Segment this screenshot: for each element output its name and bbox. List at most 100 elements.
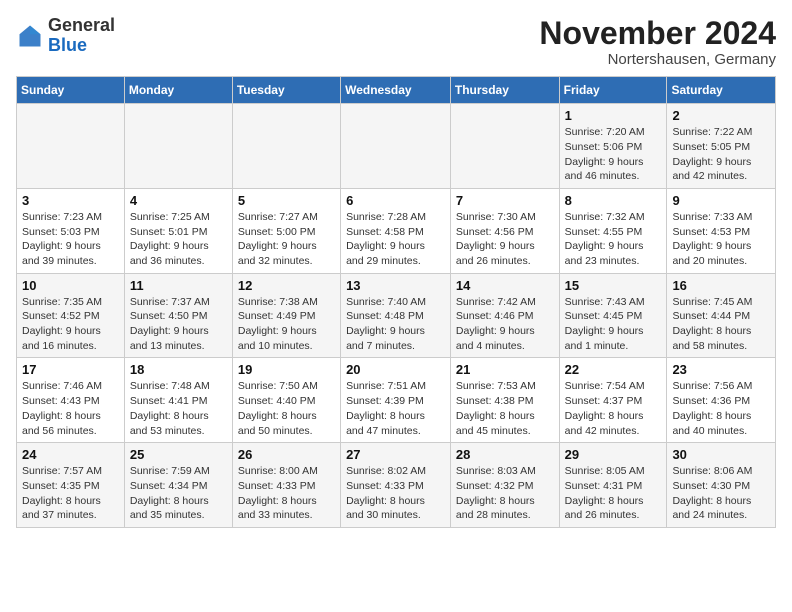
day-number: 26: [238, 447, 335, 462]
day-number: 12: [238, 278, 335, 293]
calendar-week-row: 3Sunrise: 7:23 AM Sunset: 5:03 PM Daylig…: [17, 188, 776, 273]
calendar-day-cell: 1 Sunrise: 7:20 AM Sunset: 5:06 PM Daylig…: [559, 104, 667, 189]
calendar-day-cell: [232, 104, 340, 189]
day-info: Sunrise: 7:54 AM Sunset: 4:37 PM Dayligh…: [565, 379, 662, 438]
month-title: November 2024: [539, 16, 776, 51]
calendar-day-cell: 26Sunrise: 8:00 AM Sunset: 4:33 PM Dayli…: [232, 443, 340, 528]
day-info: Sunrise: 7:27 AM Sunset: 5:00 PM Dayligh…: [238, 210, 335, 269]
day-info: Sunrise: 7:56 AM Sunset: 4:36 PM Dayligh…: [672, 379, 770, 438]
day-info: Sunrise: 8:02 AM Sunset: 4:33 PM Dayligh…: [346, 464, 445, 523]
day-number: 23: [672, 362, 770, 377]
day-info: Sunrise: 7:59 AM Sunset: 4:34 PM Dayligh…: [130, 464, 227, 523]
calendar-day-cell: 29 Sunrise: 8:05 AM Sunset: 4:31 PM Dayli…: [559, 443, 667, 528]
day-info: Sunrise: 8:06 AM Sunset: 4:30 PM Dayligh…: [672, 464, 770, 523]
day-number: 5: [238, 193, 335, 208]
calendar-day-cell: [341, 104, 451, 189]
day-info: Sunrise: 8:03 AM Sunset: 4:32 PM Dayligh…: [456, 464, 554, 523]
day-number: 25: [130, 447, 227, 462]
calendar-day-cell: 3Sunrise: 7:23 AM Sunset: 5:03 PM Daylig…: [17, 188, 125, 273]
day-of-week-header: Saturday: [667, 77, 776, 104]
day-number: 29: [565, 447, 662, 462]
calendar-week-row: 1 Sunrise: 7:20 AM Sunset: 5:06 PM Daylig…: [17, 104, 776, 189]
calendar-week-row: 24 Sunrise: 7:57 AM Sunset: 4:35 PM Dayli…: [17, 443, 776, 528]
calendar-day-cell: 10 Sunrise: 7:35 AM Sunset: 4:52 PM Dayli…: [17, 273, 125, 358]
calendar-day-cell: 4 Sunrise: 7:25 AM Sunset: 5:01 PM Daylig…: [124, 188, 232, 273]
calendar-day-cell: 5 Sunrise: 7:27 AM Sunset: 5:00 PM Daylig…: [232, 188, 340, 273]
day-info: Sunrise: 7:43 AM Sunset: 4:45 PM Dayligh…: [565, 295, 662, 354]
calendar-day-cell: 15 Sunrise: 7:43 AM Sunset: 4:45 PM Dayli…: [559, 273, 667, 358]
day-of-week-header: Friday: [559, 77, 667, 104]
calendar-day-cell: 14Sunrise: 7:42 AM Sunset: 4:46 PM Dayli…: [450, 273, 559, 358]
calendar-table: SundayMondayTuesdayWednesdayThursdayFrid…: [16, 76, 776, 528]
calendar-day-cell: 24 Sunrise: 7:57 AM Sunset: 4:35 PM Dayli…: [17, 443, 125, 528]
calendar-day-cell: 21 Sunrise: 7:53 AM Sunset: 4:38 PM Dayli…: [450, 358, 559, 443]
day-number: 28: [456, 447, 554, 462]
day-info: Sunrise: 7:48 AM Sunset: 4:41 PM Dayligh…: [130, 379, 227, 438]
calendar-day-cell: 18Sunrise: 7:48 AM Sunset: 4:41 PM Dayli…: [124, 358, 232, 443]
day-info: Sunrise: 7:30 AM Sunset: 4:56 PM Dayligh…: [456, 210, 554, 269]
day-info: Sunrise: 7:51 AM Sunset: 4:39 PM Dayligh…: [346, 379, 445, 438]
calendar-day-cell: 6 Sunrise: 7:28 AM Sunset: 4:58 PM Daylig…: [341, 188, 451, 273]
calendar-week-row: 17 Sunrise: 7:46 AM Sunset: 4:43 PM Dayli…: [17, 358, 776, 443]
day-info: Sunrise: 8:05 AM Sunset: 4:31 PM Dayligh…: [565, 464, 662, 523]
day-number: 15: [565, 278, 662, 293]
day-info: Sunrise: 7:46 AM Sunset: 4:43 PM Dayligh…: [22, 379, 119, 438]
calendar-day-cell: 23 Sunrise: 7:56 AM Sunset: 4:36 PM Dayli…: [667, 358, 776, 443]
day-info: Sunrise: 7:23 AM Sunset: 5:03 PM Dayligh…: [22, 210, 119, 269]
day-number: 6: [346, 193, 445, 208]
day-number: 27: [346, 447, 445, 462]
calendar-day-cell: [124, 104, 232, 189]
day-of-week-header: Thursday: [450, 77, 559, 104]
day-number: 10: [22, 278, 119, 293]
day-of-week-header: Monday: [124, 77, 232, 104]
location: Nortershausen, Germany: [539, 51, 776, 68]
day-info: Sunrise: 7:32 AM Sunset: 4:55 PM Dayligh…: [565, 210, 662, 269]
calendar-day-cell: [17, 104, 125, 189]
day-info: Sunrise: 7:25 AM Sunset: 5:01 PM Dayligh…: [130, 210, 227, 269]
day-number: 4: [130, 193, 227, 208]
calendar-day-cell: 8 Sunrise: 7:32 AM Sunset: 4:55 PM Daylig…: [559, 188, 667, 273]
day-number: 9: [672, 193, 770, 208]
calendar-day-cell: 30 Sunrise: 8:06 AM Sunset: 4:30 PM Dayli…: [667, 443, 776, 528]
day-number: 21: [456, 362, 554, 377]
calendar-day-cell: 19 Sunrise: 7:50 AM Sunset: 4:40 PM Dayli…: [232, 358, 340, 443]
day-number: 1: [565, 108, 662, 123]
day-info: Sunrise: 7:50 AM Sunset: 4:40 PM Dayligh…: [238, 379, 335, 438]
day-number: 13: [346, 278, 445, 293]
day-of-week-header: Tuesday: [232, 77, 340, 104]
day-number: 2: [672, 108, 770, 123]
day-number: 30: [672, 447, 770, 462]
day-of-week-header: Wednesday: [341, 77, 451, 104]
day-info: Sunrise: 7:20 AM Sunset: 5:06 PM Dayligh…: [565, 125, 662, 184]
calendar-day-cell: 22 Sunrise: 7:54 AM Sunset: 4:37 PM Dayli…: [559, 358, 667, 443]
day-info: Sunrise: 7:57 AM Sunset: 4:35 PM Dayligh…: [22, 464, 119, 523]
calendar-day-cell: 2 Sunrise: 7:22 AM Sunset: 5:05 PM Daylig…: [667, 104, 776, 189]
day-info: Sunrise: 7:35 AM Sunset: 4:52 PM Dayligh…: [22, 295, 119, 354]
calendar-day-cell: 17 Sunrise: 7:46 AM Sunset: 4:43 PM Dayli…: [17, 358, 125, 443]
logo-general: General: [48, 15, 115, 35]
day-info: Sunrise: 7:28 AM Sunset: 4:58 PM Dayligh…: [346, 210, 445, 269]
day-number: 24: [22, 447, 119, 462]
day-number: 17: [22, 362, 119, 377]
day-info: Sunrise: 7:38 AM Sunset: 4:49 PM Dayligh…: [238, 295, 335, 354]
logo-icon: [16, 22, 44, 50]
day-info: Sunrise: 7:53 AM Sunset: 4:38 PM Dayligh…: [456, 379, 554, 438]
calendar-week-row: 10 Sunrise: 7:35 AM Sunset: 4:52 PM Dayli…: [17, 273, 776, 358]
page-header: General Blue November 2024 Nortershausen…: [16, 16, 776, 68]
calendar-day-cell: 28 Sunrise: 8:03 AM Sunset: 4:32 PM Dayli…: [450, 443, 559, 528]
logo: General Blue: [16, 16, 115, 56]
day-number: 8: [565, 193, 662, 208]
calendar-day-cell: 11Sunrise: 7:37 AM Sunset: 4:50 PM Dayli…: [124, 273, 232, 358]
day-number: 20: [346, 362, 445, 377]
day-info: Sunrise: 7:42 AM Sunset: 4:46 PM Dayligh…: [456, 295, 554, 354]
calendar-day-cell: 25 Sunrise: 7:59 AM Sunset: 4:34 PM Dayli…: [124, 443, 232, 528]
day-info: Sunrise: 7:22 AM Sunset: 5:05 PM Dayligh…: [672, 125, 770, 184]
calendar-day-cell: 7 Sunrise: 7:30 AM Sunset: 4:56 PM Daylig…: [450, 188, 559, 273]
day-number: 7: [456, 193, 554, 208]
day-number: 19: [238, 362, 335, 377]
day-info: Sunrise: 7:45 AM Sunset: 4:44 PM Dayligh…: [672, 295, 770, 354]
day-number: 22: [565, 362, 662, 377]
day-number: 16: [672, 278, 770, 293]
day-info: Sunrise: 7:33 AM Sunset: 4:53 PM Dayligh…: [672, 210, 770, 269]
day-number: 11: [130, 278, 227, 293]
